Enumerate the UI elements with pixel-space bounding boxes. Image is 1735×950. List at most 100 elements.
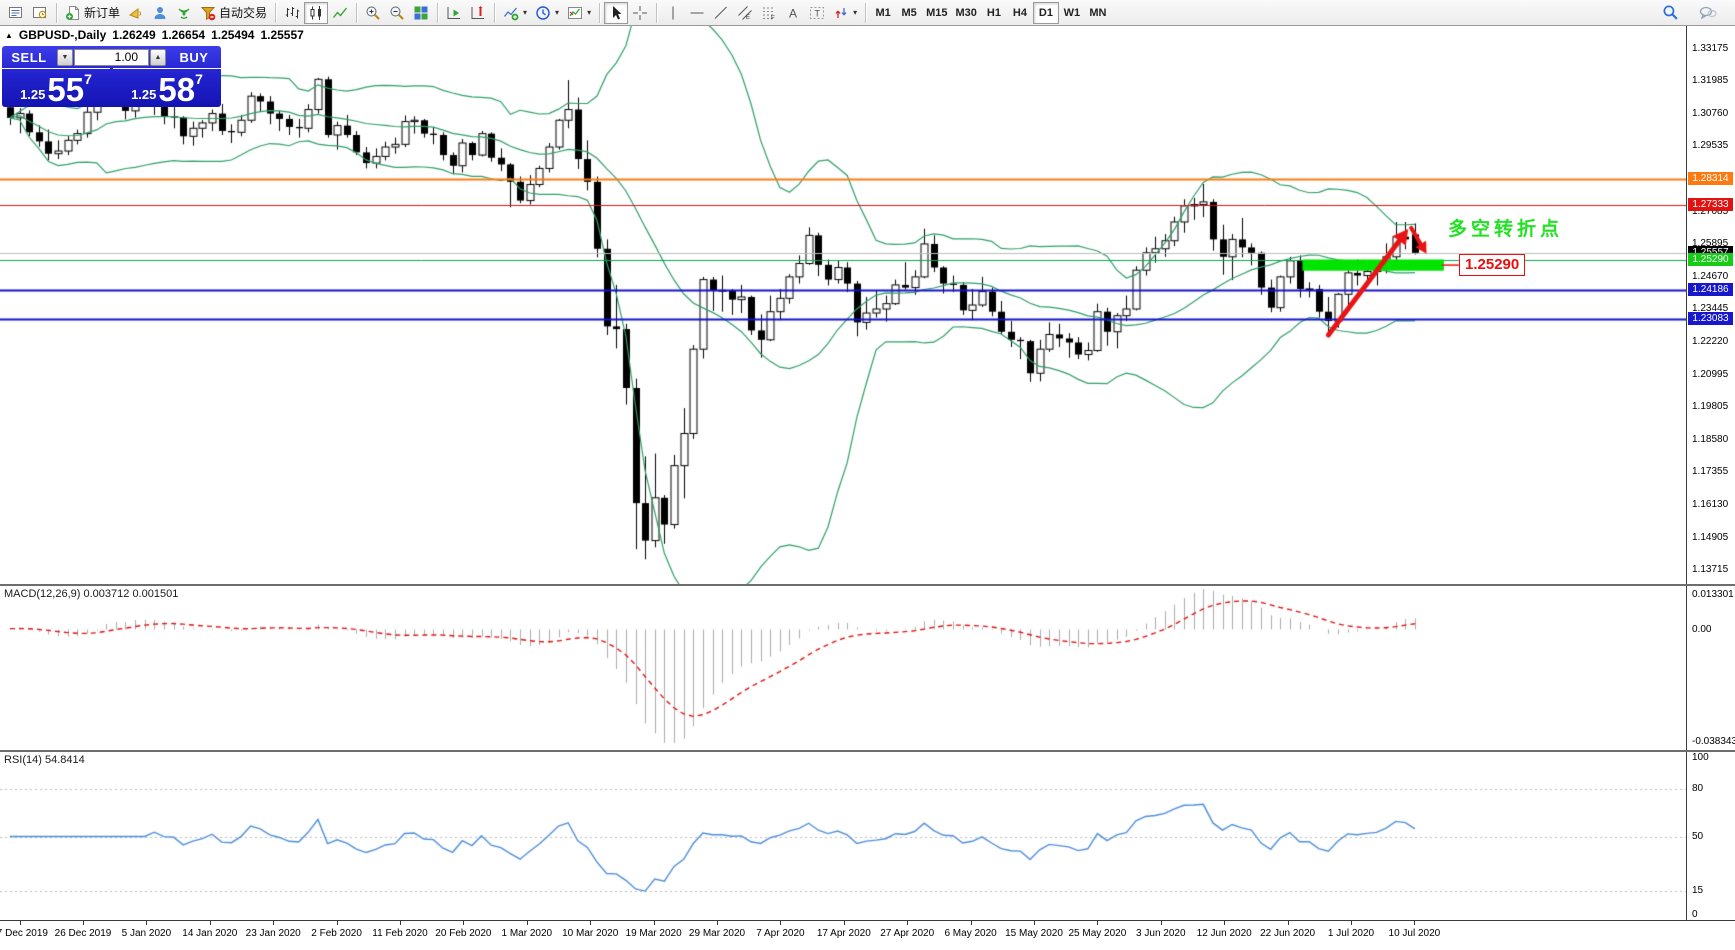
timeframe-button-d1[interactable]: D1 bbox=[1033, 2, 1059, 24]
date-axis-label: 19 Mar 2020 bbox=[626, 928, 682, 939]
new-order-button[interactable]: 新订单 bbox=[61, 2, 124, 24]
volume-decrease-button[interactable]: ▼ bbox=[57, 49, 73, 66]
date-axis-tick bbox=[1161, 921, 1162, 925]
zoom-out-icon bbox=[389, 5, 405, 21]
periods-dropdown-icon: ▾ bbox=[555, 8, 559, 17]
line-chart-button[interactable] bbox=[328, 2, 352, 24]
arrows-tool-button[interactable]: ▾ bbox=[829, 2, 861, 24]
volume-increase-button[interactable]: ▲ bbox=[150, 49, 166, 66]
axis-tick-label: 1.16130 bbox=[1692, 499, 1728, 511]
rsi-canvas[interactable] bbox=[0, 752, 1686, 920]
date-axis-tick bbox=[590, 921, 591, 925]
date-axis-label: 27 Apr 2020 bbox=[880, 928, 934, 939]
macd-axis[interactable]: 0.0133010.00-0.038343 bbox=[1687, 586, 1735, 750]
date-axis-label: 23 Jan 2020 bbox=[246, 928, 301, 939]
axis-tick-label: 1.22220 bbox=[1692, 336, 1728, 348]
timeframe-button-w1[interactable]: W1 bbox=[1059, 2, 1085, 24]
equidistant-channel-tool-button[interactable]: E bbox=[733, 2, 757, 24]
profiles-button[interactable] bbox=[28, 2, 52, 24]
timeframe-button-mn[interactable]: MN bbox=[1085, 2, 1111, 24]
price-pane: ▲ GBPUSD-,Daily 1.26249 1.26654 1.25494 … bbox=[0, 26, 1735, 584]
toolbar-separator bbox=[494, 3, 495, 23]
axis-tick-label: 1.14905 bbox=[1692, 532, 1728, 544]
buy-button[interactable]: BUY bbox=[167, 46, 221, 68]
volume-input[interactable]: 1.00 bbox=[74, 49, 149, 66]
horizontal-line-tool-button[interactable] bbox=[685, 2, 709, 24]
vertical-line-tool-button[interactable] bbox=[661, 2, 685, 24]
tile-windows-button[interactable] bbox=[409, 2, 433, 24]
new-chart-button[interactable] bbox=[4, 2, 28, 24]
axis-tick-label: 15 bbox=[1692, 885, 1703, 897]
axis-tick-label: 0.013301 bbox=[1692, 589, 1734, 601]
axis-tick-label: 80 bbox=[1692, 783, 1703, 795]
collapse-panel-icon[interactable]: ▲ bbox=[5, 31, 13, 40]
price-axis[interactable]: 1.331751.319851.307601.295351.270851.258… bbox=[1687, 26, 1735, 584]
timeframe-button-m30[interactable]: M30 bbox=[952, 2, 981, 24]
date-axis-tick bbox=[717, 921, 718, 925]
axis-tick-label: 1.13715 bbox=[1692, 564, 1728, 576]
alerts-button[interactable] bbox=[124, 2, 148, 24]
sell-price[interactable]: 1.25557 bbox=[2, 68, 110, 107]
price-axis-flag: 1.28314 bbox=[1688, 172, 1733, 185]
templates-icon bbox=[567, 5, 583, 21]
price-level-callout[interactable]: 1.25290 bbox=[1459, 254, 1525, 276]
zoom-in-button[interactable] bbox=[361, 2, 385, 24]
date-axis-tick bbox=[971, 921, 972, 925]
arrows-dropdown-icon: ▾ bbox=[853, 8, 857, 17]
timeframe-button-h1[interactable]: H1 bbox=[981, 2, 1007, 24]
date-axis-tick bbox=[527, 921, 528, 925]
date-axis-label: 10 Jul 2020 bbox=[1389, 928, 1441, 939]
turning-point-annotation: 多空转折点 bbox=[1448, 214, 1563, 241]
date-axis-tick bbox=[463, 921, 464, 925]
sell-button[interactable]: SELL bbox=[2, 46, 56, 68]
crosshair-tool-button[interactable] bbox=[628, 2, 652, 24]
volume-spinner: ▼ 1.00 ▲ bbox=[56, 46, 167, 68]
candlestick-chart-button[interactable] bbox=[304, 2, 328, 24]
axis-tick-label: 100 bbox=[1692, 752, 1709, 764]
macd-canvas[interactable] bbox=[0, 586, 1686, 750]
date-axis-label: 22 Jun 2020 bbox=[1260, 928, 1315, 939]
periods-button[interactable]: ▾ bbox=[531, 2, 563, 24]
date-axis-tick bbox=[400, 921, 401, 925]
date-axis-tick bbox=[83, 921, 84, 925]
indicators-button[interactable]: ▾ bbox=[499, 2, 531, 24]
toolbar-right-group bbox=[1658, 2, 1721, 24]
date-axis-label: 12 Jun 2020 bbox=[1197, 928, 1252, 939]
timeframe-button-m15[interactable]: M15 bbox=[922, 2, 951, 24]
one-click-trading-panel: SELL ▼ 1.00 ▲ BUY 1.25557 1.255 bbox=[2, 46, 221, 107]
date-axis-tick bbox=[20, 921, 21, 925]
auto-scroll-button[interactable] bbox=[442, 2, 466, 24]
chart-shift-button[interactable] bbox=[466, 2, 490, 24]
new-chart-icon bbox=[8, 5, 24, 21]
date-axis-label: 1 Mar 2020 bbox=[502, 928, 553, 939]
buy-price[interactable]: 1.25587 bbox=[113, 68, 221, 107]
templates-button[interactable]: ▾ bbox=[563, 2, 595, 24]
rsi-axis[interactable]: 1008050150 bbox=[1687, 752, 1735, 920]
trendline-tool-button[interactable] bbox=[709, 2, 733, 24]
main-chart-canvas[interactable] bbox=[0, 26, 1686, 584]
fibonacci-tool-button[interactable]: F bbox=[757, 2, 781, 24]
svg-text:A: A bbox=[789, 6, 797, 20]
timeframe-button-m1[interactable]: M1 bbox=[870, 2, 896, 24]
text-tool-button[interactable]: A bbox=[781, 2, 805, 24]
date-axis-tick bbox=[654, 921, 655, 925]
new-order-icon bbox=[65, 5, 81, 21]
bar-chart-button[interactable] bbox=[280, 2, 304, 24]
profiles-icon bbox=[32, 5, 48, 21]
cursor-tool-button[interactable] bbox=[604, 2, 628, 24]
chat-button[interactable] bbox=[1695, 2, 1721, 24]
date-axis[interactable]: 17 Dec 201926 Dec 20195 Jan 202014 Jan 2… bbox=[0, 920, 1735, 945]
signals-button[interactable] bbox=[172, 2, 196, 24]
alert-icon bbox=[128, 5, 144, 21]
toolbar-separator bbox=[56, 3, 57, 23]
search-button[interactable] bbox=[1658, 2, 1683, 24]
text-label-tool-button[interactable]: T bbox=[805, 2, 829, 24]
zoom-out-button[interactable] bbox=[385, 2, 409, 24]
arrows-icon bbox=[833, 5, 849, 21]
new-order-label: 新订单 bbox=[84, 4, 120, 21]
chevron-up-icon: ▲ bbox=[155, 54, 162, 61]
community-button[interactable] bbox=[148, 2, 172, 24]
timeframe-button-h4[interactable]: H4 bbox=[1007, 2, 1033, 24]
timeframe-button-m5[interactable]: M5 bbox=[896, 2, 922, 24]
autotrading-button[interactable]: 自动交易 bbox=[196, 2, 271, 24]
